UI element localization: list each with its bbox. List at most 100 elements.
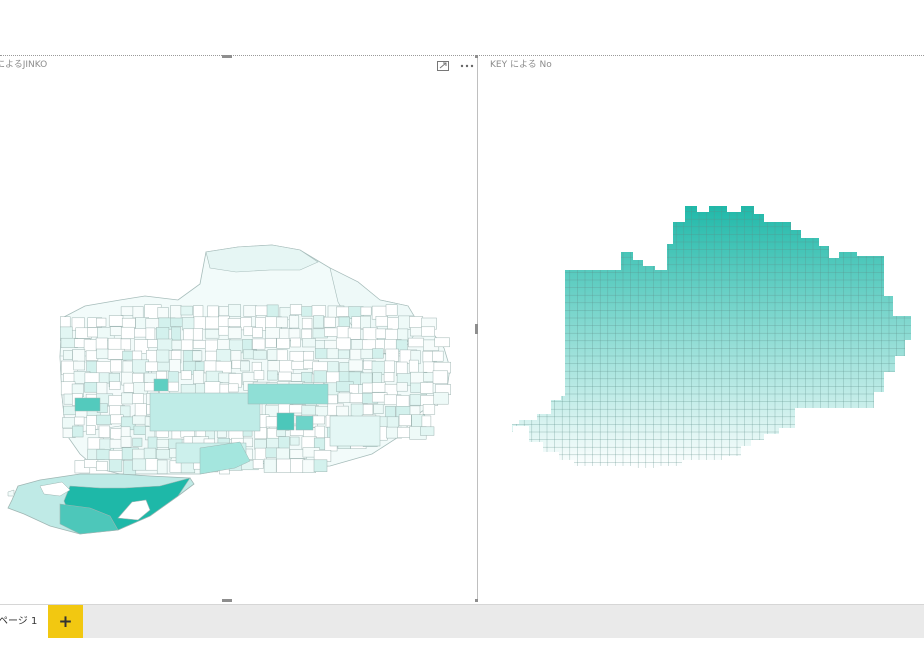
map-region[interactable]	[156, 349, 170, 364]
map-region[interactable]	[349, 393, 364, 404]
map-region[interactable]	[303, 351, 314, 361]
map-region[interactable]	[85, 350, 99, 361]
map-region[interactable]	[96, 449, 111, 460]
map-region[interactable]	[385, 406, 396, 418]
map-region[interactable]	[192, 350, 203, 362]
map-region[interactable]	[228, 383, 239, 393]
map-region[interactable]	[207, 305, 219, 318]
map-region[interactable]	[336, 326, 350, 340]
map-region[interactable]	[432, 370, 448, 384]
choropleth-map-jinko[interactable]	[0, 56, 477, 602]
map-region[interactable]	[122, 350, 134, 361]
map-region[interactable]	[72, 425, 84, 438]
map-region[interactable]	[337, 349, 350, 359]
map-region[interactable]	[373, 403, 384, 414]
map-region[interactable]	[362, 327, 378, 341]
map-region[interactable]	[145, 458, 159, 471]
grid-map-no[interactable]	[479, 56, 924, 602]
map-region[interactable]	[87, 327, 99, 338]
map-region[interactable]	[63, 350, 73, 360]
map-region[interactable]	[301, 317, 313, 329]
map-region[interactable]	[252, 338, 266, 350]
map-region[interactable]	[110, 359, 122, 373]
map-region[interactable]	[302, 459, 316, 473]
map-visual-no[interactable]: KEY による No	[479, 56, 924, 602]
map-region[interactable]	[96, 317, 107, 327]
map-region[interactable]	[360, 306, 372, 316]
map-region[interactable]	[252, 350, 267, 360]
map-region[interactable]	[263, 458, 277, 473]
map-region[interactable]	[180, 339, 194, 351]
map-region[interactable]	[375, 316, 388, 327]
map-region[interactable]	[134, 328, 148, 338]
map-region[interactable]	[84, 382, 99, 393]
map-region[interactable]	[109, 381, 121, 390]
map-region[interactable]	[60, 316, 71, 328]
map-region[interactable]	[385, 304, 398, 316]
map-region[interactable]	[384, 360, 395, 373]
map-region[interactable]	[216, 349, 231, 362]
map-region[interactable]	[96, 348, 109, 359]
map-region[interactable]	[348, 359, 363, 372]
map-region[interactable]	[157, 307, 169, 319]
map-region[interactable]	[313, 370, 327, 384]
map-region[interactable]	[120, 436, 132, 448]
map-region[interactable]	[167, 371, 179, 383]
map-region[interactable]	[311, 415, 325, 425]
map-region[interactable]	[311, 305, 326, 317]
map-region[interactable]	[157, 338, 173, 351]
map-region[interactable]	[336, 337, 351, 351]
map-region[interactable]	[313, 315, 324, 329]
map-region[interactable]	[145, 361, 159, 372]
map-region[interactable]	[420, 426, 435, 436]
map-region[interactable]	[252, 459, 264, 469]
map-region[interactable]	[180, 305, 193, 316]
map-region[interactable]	[243, 305, 257, 317]
map-region[interactable]	[383, 372, 395, 382]
map-region[interactable]	[86, 425, 96, 435]
map-region[interactable]	[396, 382, 408, 392]
map-region[interactable]	[132, 306, 144, 319]
map-region[interactable]	[409, 316, 424, 329]
map-region[interactable]	[289, 304, 303, 315]
map-region[interactable]	[156, 327, 170, 340]
resize-corner-bottom-right[interactable]	[475, 599, 478, 602]
map-region[interactable]	[314, 425, 325, 439]
map-region[interactable]	[132, 458, 148, 471]
map-region[interactable]	[108, 395, 124, 407]
map-region[interactable]	[108, 459, 123, 472]
map-region[interactable]	[107, 348, 125, 360]
map-region[interactable]	[276, 349, 288, 361]
map-region[interactable]	[290, 337, 301, 348]
map-region[interactable]	[74, 416, 85, 426]
tab-page-1[interactable]: ページ 1	[0, 605, 48, 639]
map-region[interactable]	[421, 415, 432, 428]
map-region[interactable]	[132, 393, 144, 404]
map-region[interactable]	[372, 348, 384, 359]
map-region[interactable]	[408, 337, 425, 348]
map-region[interactable]	[170, 305, 182, 320]
map-region[interactable]	[145, 327, 156, 340]
map-region[interactable]	[204, 329, 220, 339]
map-region[interactable]	[63, 405, 77, 416]
resize-handle-right[interactable]	[475, 324, 478, 334]
map-region[interactable]	[96, 382, 108, 396]
map-region[interactable]	[398, 414, 412, 427]
map-region[interactable]	[98, 372, 110, 384]
add-page-button[interactable]: +	[48, 605, 83, 639]
map-region[interactable]	[227, 327, 242, 339]
map-region[interactable]	[433, 392, 449, 405]
map-region[interactable]	[192, 328, 203, 341]
map-region[interactable]	[276, 316, 288, 328]
map-region[interactable]	[132, 437, 143, 447]
map-region[interactable]	[434, 337, 450, 348]
map-region[interactable]	[171, 326, 181, 341]
map-region[interactable]	[278, 371, 293, 382]
map-region[interactable]	[265, 338, 277, 348]
map-region[interactable]	[96, 414, 112, 425]
map-region[interactable]	[267, 370, 278, 381]
resize-handle-bottom[interactable]	[222, 599, 232, 602]
map-region[interactable]	[313, 459, 328, 472]
map-region[interactable]	[167, 381, 179, 392]
map-region[interactable]	[432, 350, 444, 362]
